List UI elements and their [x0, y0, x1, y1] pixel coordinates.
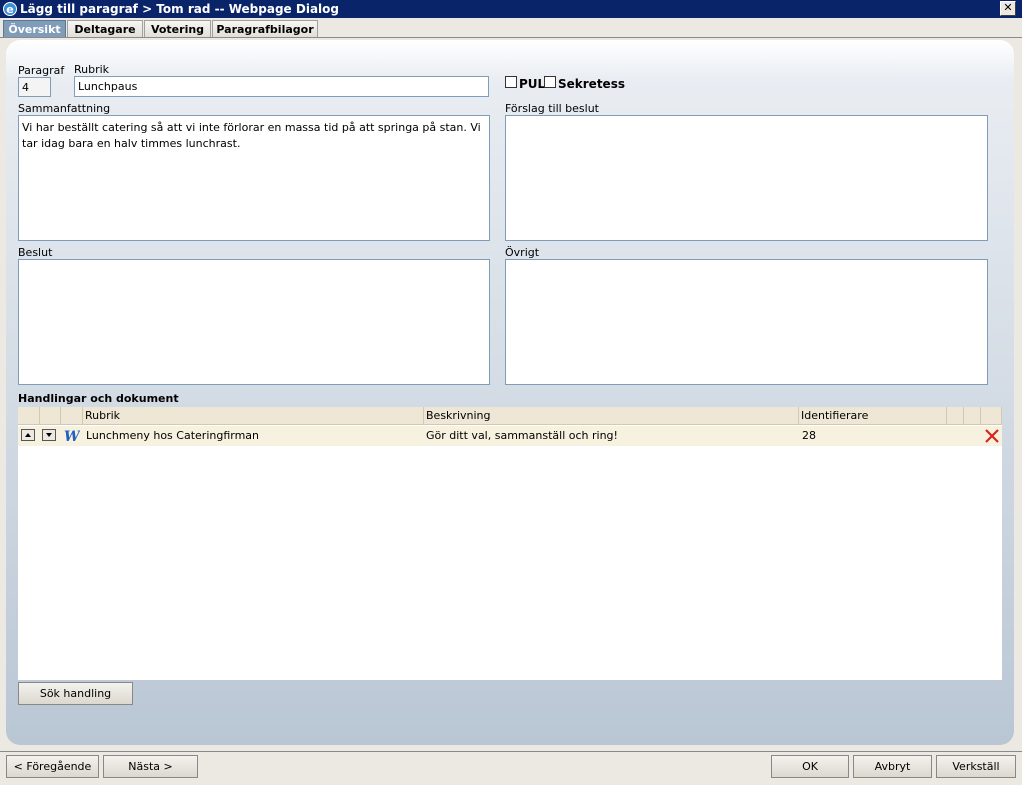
forslag-label: Förslag till beslut [505, 102, 599, 115]
grid-header-rubrik[interactable]: Rubrik [83, 407, 424, 425]
svg-text:W: W [64, 429, 80, 443]
forslag-textarea[interactable] [505, 115, 988, 241]
tab-paragrafbilagor[interactable]: Paragrafbilagor [212, 20, 318, 38]
delete-icon[interactable] [984, 428, 1000, 444]
previous-button[interactable]: < Föregående [6, 755, 99, 778]
grid-header-blank [947, 407, 964, 425]
ok-button[interactable]: OK [771, 755, 849, 778]
tab-oversikt[interactable]: Översikt [3, 20, 66, 38]
cancel-button[interactable]: Avbryt [853, 755, 932, 778]
row-rubrik[interactable]: Lunchmeny hos Cateringfirman [86, 426, 259, 446]
pul-checkbox[interactable] [505, 76, 517, 88]
documents-grid: Rubrik Beskrivning Identifierare W Lunch… [18, 407, 1002, 680]
sekretess-label: Sekretess [558, 77, 625, 91]
svg-text:e: e [6, 3, 13, 16]
rubrik-label: Rubrik [74, 63, 110, 76]
table-row[interactable]: W Lunchmeny hos Cateringfirman Gör ditt … [18, 426, 1002, 446]
pul-label: PUL [519, 77, 546, 91]
grid-header-blank [981, 407, 1002, 425]
arrow-up-icon [25, 433, 31, 437]
row-identifierare: 28 [802, 429, 816, 442]
internet-explorer-icon: e [3, 2, 17, 16]
beslut-textarea[interactable] [18, 259, 490, 385]
paragraf-label: Paragraf [18, 64, 65, 77]
close-button[interactable]: ✕ [1000, 1, 1016, 16]
next-button[interactable]: Nästa > [103, 755, 198, 778]
grid-header-blank [18, 407, 40, 425]
apply-button[interactable]: Verkställ [936, 755, 1016, 778]
tab-votering[interactable]: Votering [144, 20, 211, 38]
beslut-label: Beslut [18, 246, 53, 259]
sekretess-checkbox[interactable] [544, 76, 556, 88]
grid-header-blank [61, 407, 83, 425]
arrow-down-icon [46, 433, 52, 437]
title-bar: e Lägg till paragraf > Tom rad -- Webpag… [0, 0, 1022, 18]
ovrigt-textarea[interactable] [505, 259, 988, 385]
close-icon: ✕ [1003, 1, 1013, 14]
grid-header-beskrivning[interactable]: Beskrivning [424, 407, 799, 425]
word-document-icon[interactable]: W [64, 429, 80, 443]
documents-section-label: Handlingar och dokument [18, 392, 179, 405]
row-beskrivning: Gör ditt val, sammanställ och ring! [426, 429, 618, 442]
footer-divider [0, 751, 1022, 752]
search-document-button[interactable]: Sök handling [18, 682, 133, 705]
tab-deltagare[interactable]: Deltagare [67, 20, 143, 38]
sammanfattning-label: Sammanfattning [18, 102, 111, 115]
tab-divider [0, 37, 1022, 38]
ovrigt-label: Övrigt [505, 246, 540, 259]
move-up-button[interactable] [21, 429, 35, 441]
window-title: Lägg till paragraf > Tom rad -- Webpage … [20, 2, 339, 16]
grid-header-blank [964, 407, 981, 425]
move-down-button[interactable] [42, 429, 56, 441]
rubrik-input[interactable]: Lunchpaus [74, 76, 489, 97]
sammanfattning-textarea[interactable]: Vi har beställt catering så att vi inte … [18, 115, 490, 241]
grid-header-identifierare[interactable]: Identifierare [799, 407, 947, 425]
paragraf-field[interactable]: 4 [18, 77, 51, 97]
grid-header-blank [40, 407, 61, 425]
